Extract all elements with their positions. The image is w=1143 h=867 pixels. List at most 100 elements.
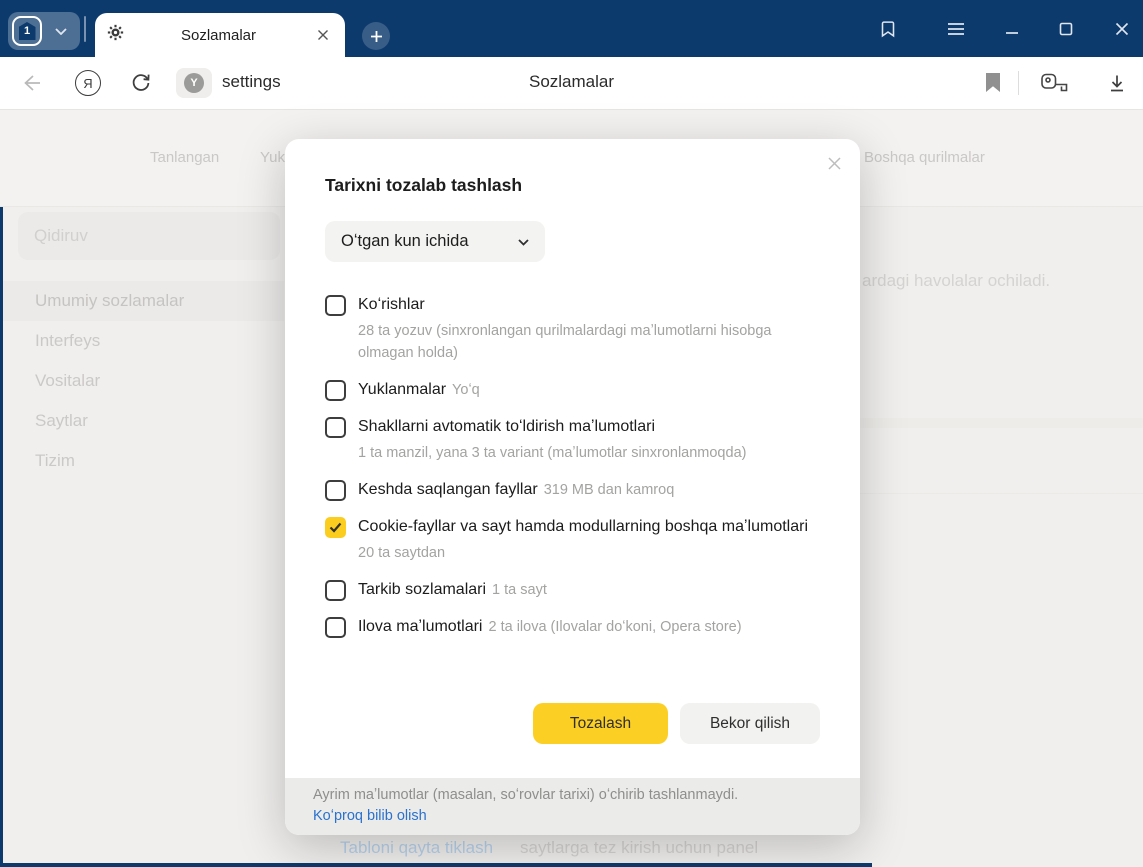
history-item-label-wrap: Koʻrishlar [358, 294, 425, 316]
restore-tableau-link[interactable]: Tabloni qayta tiklash [340, 838, 493, 858]
sidebar-item[interactable]: Vositalar [3, 361, 284, 401]
gear-icon [107, 24, 124, 46]
dialog-buttons: Tozalash Bekor qilish [533, 703, 820, 744]
profile-count: 1 [19, 22, 36, 40]
tabstrip-separator [84, 16, 86, 42]
menu-icon[interactable] [942, 16, 970, 42]
history-item-inline-value: 2 ta ilova (Ilovalar doʻkoni, Opera stor… [488, 619, 741, 635]
profile-shield-badge: 1 [12, 16, 42, 46]
checkbox[interactable] [325, 617, 346, 638]
settings-sidebar: Umumiy sozlamalar Interfeys Vositalar Sa… [3, 281, 284, 481]
window-close-button[interactable] [1108, 16, 1136, 42]
toolbar-page-title: Sozlamalar [529, 72, 614, 92]
dialog-title: Tarixni tozalab tashlash [325, 175, 860, 196]
checkbox[interactable] [325, 380, 346, 401]
refresh-icon[interactable] [128, 70, 154, 96]
background-text-fragment: ardagi havolalar ochiladi. [862, 271, 1050, 291]
history-item-row: Ilova maʼlumotlari 2 ta ilova (Ilovalar d… [325, 616, 820, 638]
window-minimize-button[interactable] [998, 16, 1026, 42]
footer-note: Ayrim maʼlumotlar (masalan, soʻrovlar ta… [313, 785, 832, 806]
sidebar-item[interactable]: Tizim [3, 441, 284, 481]
settings-nav-tanlangan[interactable]: Tanlangan [150, 149, 219, 166]
protect-badge[interactable]: Y [176, 68, 212, 98]
sidebar-item-label: Vositalar [35, 371, 100, 391]
collections-icon[interactable] [874, 16, 902, 42]
history-item-label: Ilova maʼlumotlari [358, 618, 482, 635]
history-item-label-wrap: Shakllarni avtomatik toʻldirish maʼlumot… [358, 416, 655, 438]
settings-nav-boshqa-qurilmalar[interactable]: Boshqa qurilmalar [864, 149, 985, 166]
dialog-footer: Ayrim maʼlumotlar (masalan, soʻrovlar ta… [285, 778, 860, 835]
history-item-checkbox-row[interactable]: Yuklanmalar Yoʻq [325, 379, 820, 401]
period-select[interactable]: Oʻtgan kun ichida [325, 221, 545, 262]
history-item-checkbox-row[interactable]: Keshda saqlangan fayllar 319 MB dan kamro… [325, 479, 820, 501]
sidebar-item-label: Umumiy sozlamalar [35, 291, 184, 311]
background-section-band [860, 418, 1143, 428]
downloads-icon[interactable] [1104, 70, 1130, 96]
background-section-line [860, 493, 1143, 494]
checkbox[interactable] [325, 580, 346, 601]
history-item-label: Keshda saqlangan fayllar [358, 481, 538, 498]
checkbox[interactable] [325, 517, 346, 538]
history-item-label: Yuklanmalar [358, 381, 446, 398]
history-item-list: Koʻrishlar 28 ta yozuv (sinxronlangan qu… [285, 294, 860, 638]
new-tab-button[interactable] [362, 22, 390, 50]
history-item-label-wrap: Ilova maʼlumotlari 2 ta ilova (Ilovalar d… [358, 616, 742, 638]
address-input[interactable]: settings [222, 72, 281, 92]
chevron-down-icon [518, 232, 529, 251]
dialog-close-icon[interactable] [822, 151, 846, 175]
history-item-checkbox-row[interactable]: Tarkib sozlamalari 1 ta sayt [325, 579, 820, 601]
search-placeholder: Qidiruv [34, 226, 88, 246]
sidebar-item-label: Interfeys [35, 331, 100, 351]
sidebar-item[interactable]: Saytlar [3, 401, 284, 441]
history-item-label-wrap: Keshda saqlangan fayllar 319 MB dan kamro… [358, 479, 674, 501]
history-item-label: Shakllarni avtomatik toʻldirish maʼlumot… [358, 418, 655, 435]
profile-button[interactable]: 1 [8, 12, 80, 50]
history-item-label: Koʻrishlar [358, 296, 425, 313]
history-item-inline-value: 1 ta sayt [492, 582, 547, 598]
history-item-label-wrap: Cookie-fayllar va sayt hamda modullarnin… [358, 516, 808, 538]
window-frame-bottom [0, 863, 872, 867]
history-item-inline-value: 319 MB dan kamroq [544, 482, 675, 498]
history-item-label: Cookie-fayllar va sayt hamda modullarnin… [358, 518, 808, 535]
checkbox[interactable] [325, 417, 346, 438]
tableau-description: saytlarga tez kirish uchun panel [520, 838, 758, 858]
settings-search-input[interactable]: Qidiruv [18, 212, 280, 260]
toolbar-separator [1018, 71, 1019, 95]
history-item-label-wrap: Tarkib sozlamalari 1 ta sayt [358, 579, 547, 601]
tab-close-icon[interactable] [313, 25, 333, 45]
history-item-row: Cookie-fayllar va sayt hamda modullarnin… [325, 516, 820, 564]
sidebar-item-label: Saytlar [35, 411, 88, 431]
history-item-row: Tarkib sozlamalari 1 ta sayt [325, 579, 820, 601]
learn-more-link[interactable]: Koʻproq bilib olish [313, 806, 427, 827]
history-item-subtext: 20 ta saytdan [358, 542, 778, 564]
sidebar-item[interactable]: Umumiy sozlamalar [3, 281, 284, 321]
history-item-row: Yuklanmalar Yoʻq [325, 379, 820, 401]
checkbox[interactable] [325, 480, 346, 501]
history-item-inline-value: Yoʻq [452, 382, 480, 398]
tab-sozlamalar[interactable]: Sozlamalar [95, 13, 345, 57]
back-icon[interactable] [18, 70, 44, 96]
history-item-row: Shakllarni avtomatik toʻldirish maʼlumot… [325, 416, 820, 464]
window-maximize-button[interactable] [1052, 16, 1080, 42]
history-item-checkbox-row[interactable]: Ilova maʼlumotlari 2 ta ilova (Ilovalar d… [325, 616, 820, 638]
sidebar-item-label: Tizim [35, 451, 75, 471]
check-icon [329, 522, 342, 533]
chevron-down-icon [42, 28, 80, 35]
tab-title: Sozlamalar [124, 27, 313, 44]
history-item-row: Koʻrishlar 28 ta yozuv (sinxronlangan qu… [325, 294, 820, 364]
history-item-subtext: 1 ta manzil, yana 3 ta variant (maʼlumot… [358, 442, 778, 464]
checkbox[interactable] [325, 295, 346, 316]
clear-button[interactable]: Tozalash [533, 703, 668, 744]
yandex-letter: Я [83, 76, 92, 91]
history-item-checkbox-row[interactable]: Koʻrishlar [325, 294, 820, 316]
passwords-key-icon[interactable] [1038, 69, 1072, 97]
history-item-label: Tarkib sozlamalari [358, 581, 486, 598]
protect-icon: Y [184, 73, 204, 93]
history-item-checkbox-row[interactable]: Cookie-fayllar va sayt hamda modullarnin… [325, 516, 820, 538]
history-item-checkbox-row[interactable]: Shakllarni avtomatik toʻldirish maʼlumot… [325, 416, 820, 438]
cancel-button[interactable]: Bekor qilish [680, 703, 820, 744]
history-item-row: Keshda saqlangan fayllar 319 MB dan kamro… [325, 479, 820, 501]
sidebar-item[interactable]: Interfeys [3, 321, 284, 361]
yandex-icon[interactable]: Я [75, 70, 101, 96]
history-item-subtext: 28 ta yozuv (sinxronlangan qurilmalardag… [358, 320, 778, 364]
